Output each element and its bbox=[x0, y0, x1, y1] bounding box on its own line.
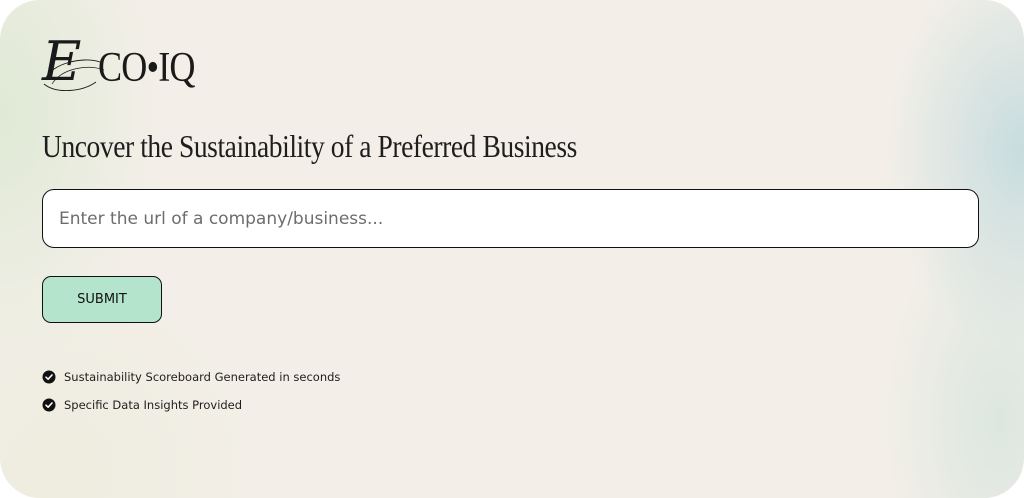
logo-initial: E bbox=[42, 30, 81, 93]
feature-item: Specific Data Insights Provided bbox=[42, 396, 340, 414]
feature-text: Specific Data Insights Provided bbox=[64, 398, 243, 412]
feature-text: Sustainability Scoreboard Generated in s… bbox=[64, 370, 341, 384]
page-card: E CO•IQ Uncover the Sustainability of a … bbox=[0, 0, 1024, 498]
page-headline: Uncover the Sustainability of a Preferre… bbox=[42, 128, 577, 164]
company-url-input[interactable] bbox=[42, 189, 979, 248]
submit-button[interactable]: SUBMIT bbox=[42, 276, 162, 323]
check-circle-icon bbox=[42, 370, 56, 384]
logo-wordmark: CO•IQ bbox=[98, 45, 196, 91]
check-circle-icon bbox=[42, 398, 56, 412]
feature-list: Sustainability Scoreboard Generated in s… bbox=[42, 368, 340, 424]
eco-iq-logo: E CO•IQ bbox=[42, 32, 212, 98]
feature-item: Sustainability Scoreboard Generated in s… bbox=[42, 368, 340, 386]
